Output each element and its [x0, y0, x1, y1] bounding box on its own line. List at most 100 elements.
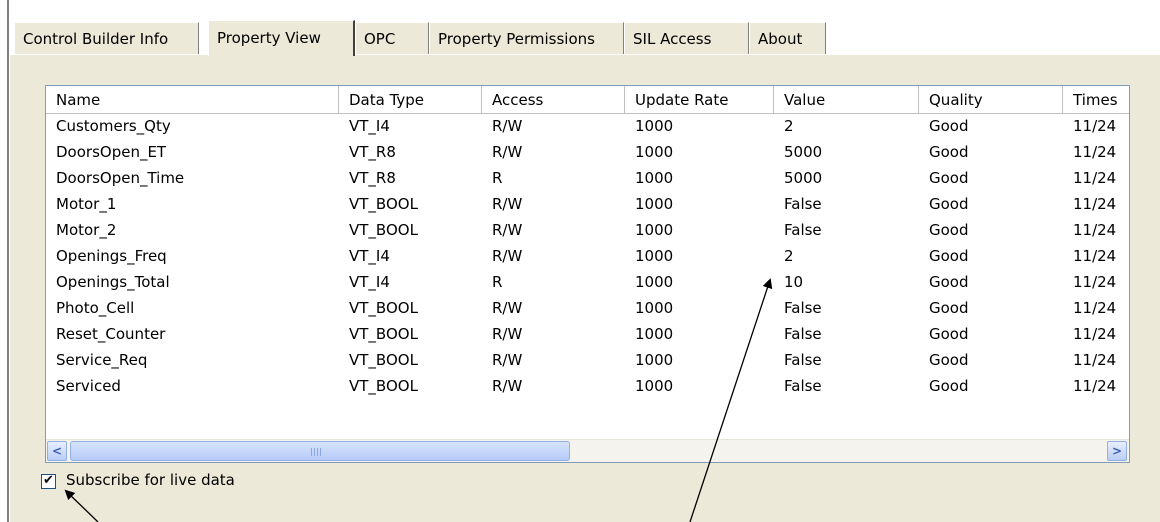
- cell-quality: Good: [929, 325, 969, 343]
- cell-timestamp: 11/24: [1073, 377, 1117, 395]
- cell-update-rate: 1000: [635, 299, 674, 317]
- cell-access: R/W: [492, 117, 523, 135]
- column-header-name[interactable]: Name: [46, 86, 339, 114]
- cell-access: R/W: [492, 377, 523, 395]
- table-row[interactable]: Openings_Freq VT_I4 R/W 1000 2 Good 11/24: [46, 244, 1129, 270]
- cell-name: Openings_Freq: [56, 247, 167, 265]
- cell-value: False: [784, 195, 822, 213]
- cell-value: 10: [784, 273, 804, 291]
- cell-access: R/W: [492, 351, 523, 369]
- table-row[interactable]: DoorsOpen_ET VT_R8 R/W 1000 5000 Good 11/24: [46, 140, 1129, 166]
- cell-data-type: VT_BOOL: [349, 221, 418, 239]
- cell-update-rate: 1000: [635, 351, 674, 369]
- cell-timestamp: 11/24: [1073, 299, 1117, 317]
- cell-data-type: VT_BOOL: [349, 195, 418, 213]
- cell-update-rate: 1000: [635, 247, 674, 265]
- property-list[interactable]: Name Data Type Access Update Rate Value …: [45, 85, 1130, 463]
- table-row[interactable]: Openings_Total VT_I4 R 1000 10 Good 11/24: [46, 270, 1129, 296]
- cell-quality: Good: [929, 351, 969, 369]
- table-row[interactable]: Motor_2 VT_BOOL R/W 1000 False Good 11/24: [46, 218, 1129, 244]
- cell-access: R/W: [492, 299, 523, 317]
- cell-update-rate: 1000: [635, 377, 674, 395]
- column-header-value[interactable]: Value: [774, 86, 919, 114]
- cell-timestamp: 11/24: [1073, 195, 1117, 213]
- cell-value: False: [784, 221, 822, 239]
- scroll-right-arrow-icon[interactable]: >: [1107, 441, 1127, 461]
- tab-property-permissions[interactable]: Property Permissions: [429, 22, 624, 54]
- cell-access: R/W: [492, 221, 523, 239]
- list-header: Name Data Type Access Update Rate Value …: [46, 86, 1129, 114]
- cell-update-rate: 1000: [635, 221, 674, 239]
- cell-timestamp: 11/24: [1073, 143, 1117, 161]
- cell-data-type: VT_BOOL: [349, 377, 418, 395]
- cell-quality: Good: [929, 169, 969, 187]
- cell-data-type: VT_BOOL: [349, 325, 418, 343]
- cell-timestamp: 11/24: [1073, 325, 1117, 343]
- cell-value: False: [784, 325, 822, 343]
- cell-timestamp: 11/24: [1073, 169, 1117, 187]
- column-header-update-rate[interactable]: Update Rate: [625, 86, 774, 114]
- cell-name: Reset_Counter: [56, 325, 166, 343]
- tab-sil-access[interactable]: SIL Access: [624, 22, 749, 54]
- cell-name: Motor_1: [56, 195, 117, 213]
- cell-update-rate: 1000: [635, 195, 674, 213]
- cell-quality: Good: [929, 195, 969, 213]
- cell-name: Serviced: [56, 377, 121, 395]
- table-row[interactable]: Customers_Qty VT_I4 R/W 1000 2 Good 11/24: [46, 114, 1129, 140]
- table-row[interactable]: DoorsOpen_Time VT_R8 R 1000 5000 Good 11/24: [46, 166, 1129, 192]
- column-header-quality[interactable]: Quality: [919, 86, 1063, 114]
- cell-update-rate: 1000: [635, 325, 674, 343]
- cell-update-rate: 1000: [635, 273, 674, 291]
- cell-data-type: VT_R8: [349, 169, 396, 187]
- cell-timestamp: 11/24: [1073, 221, 1117, 239]
- cell-value: False: [784, 299, 822, 317]
- cell-quality: Good: [929, 143, 969, 161]
- cell-value: 5000: [784, 169, 823, 187]
- cell-access: R: [492, 273, 503, 291]
- cell-access: R/W: [492, 195, 523, 213]
- cell-access: R/W: [492, 325, 523, 343]
- table-row[interactable]: Photo_Cell VT_BOOL R/W 1000 False Good 11/24: [46, 296, 1129, 322]
- table-row[interactable]: Motor_1 VT_BOOL R/W 1000 False Good 11/24: [46, 192, 1129, 218]
- cell-timestamp: 11/24: [1073, 117, 1117, 135]
- tab-opc[interactable]: OPC: [355, 22, 429, 54]
- column-header-data-type[interactable]: Data Type: [339, 86, 482, 114]
- cell-timestamp: 11/24: [1073, 247, 1117, 265]
- cell-value: 2: [784, 247, 794, 265]
- cell-name: Customers_Qty: [56, 117, 171, 135]
- cell-update-rate: 1000: [635, 169, 674, 187]
- horizontal-scrollbar[interactable]: < >: [46, 439, 1129, 462]
- cell-value: 5000: [784, 143, 823, 161]
- table-row[interactable]: Serviced VT_BOOL R/W 1000 False Good 11/24: [46, 374, 1129, 400]
- cell-data-type: VT_I4: [349, 273, 390, 291]
- table-row[interactable]: Reset_Counter VT_BOOL R/W 1000 False Good 11/2…: [46, 322, 1129, 348]
- scroll-thumb[interactable]: [70, 441, 570, 461]
- cell-timestamp: 11/24: [1073, 351, 1117, 369]
- tab-strip: Control Builder Info Property View OPC P…: [14, 20, 1154, 56]
- cell-name: DoorsOpen_ET: [56, 143, 167, 161]
- cell-value: False: [784, 377, 822, 395]
- cell-name: Service_Req: [56, 351, 148, 369]
- cell-data-type: VT_BOOL: [349, 351, 418, 369]
- scroll-left-arrow-icon[interactable]: <: [47, 441, 67, 461]
- cell-quality: Good: [929, 377, 969, 395]
- table-row[interactable]: Service_Req VT_BOOL R/W 1000 False Good 11/24: [46, 348, 1129, 374]
- tab-control-builder-info[interactable]: Control Builder Info: [14, 22, 199, 54]
- scroll-grip-icon: [311, 448, 323, 456]
- column-header-timestamp[interactable]: Times: [1063, 86, 1129, 114]
- cell-name: Motor_2: [56, 221, 117, 239]
- subscribe-label[interactable]: Subscribe for live data: [66, 471, 235, 489]
- cell-access: R/W: [492, 143, 523, 161]
- cell-quality: Good: [929, 273, 969, 291]
- column-header-access[interactable]: Access: [482, 86, 625, 114]
- cell-data-type: VT_R8: [349, 143, 396, 161]
- cell-name: Photo_Cell: [56, 299, 135, 317]
- cell-value: False: [784, 351, 822, 369]
- subscribe-checkbox[interactable]: ✔: [41, 474, 56, 489]
- cell-timestamp: 11/24: [1073, 273, 1117, 291]
- cell-quality: Good: [929, 221, 969, 239]
- tab-property-view[interactable]: Property View: [208, 20, 355, 56]
- cell-update-rate: 1000: [635, 143, 674, 161]
- cell-data-type: VT_I4: [349, 117, 390, 135]
- tab-about[interactable]: About: [749, 22, 826, 54]
